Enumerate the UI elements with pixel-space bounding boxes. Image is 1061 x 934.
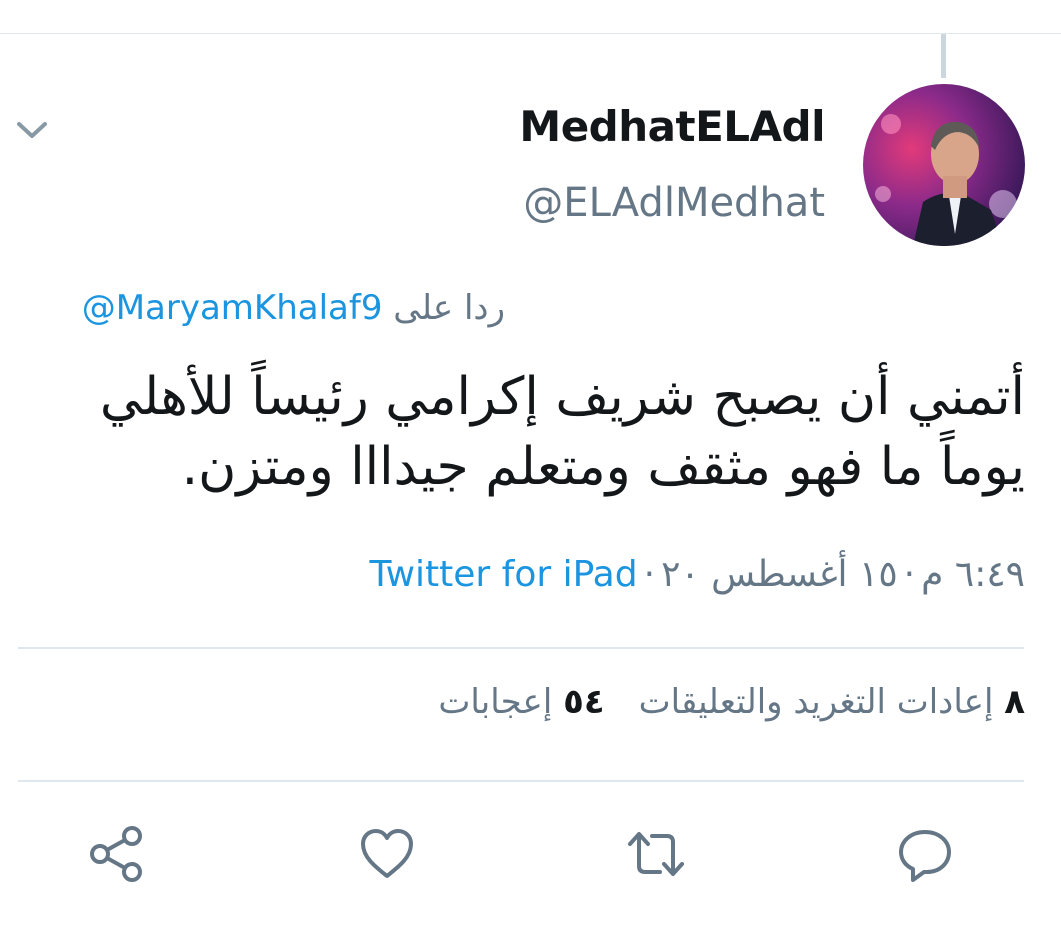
share-button[interactable]: [86, 822, 150, 886]
author-handle[interactable]: @ELAdlMedhat: [523, 180, 825, 226]
heart-icon: [361, 829, 413, 878]
top-divider: [0, 33, 1061, 34]
divider: [18, 780, 1024, 782]
likes-stat[interactable]: ٥٤ إعجابات: [438, 682, 604, 722]
likes-label: إعجابات: [438, 682, 553, 722]
reply-mention-link[interactable]: @MaryamKhalaf9: [82, 288, 383, 328]
divider: [18, 647, 1024, 649]
author-display-name[interactable]: MedhatELAdl: [519, 102, 825, 151]
speech-bubble-icon: [899, 830, 951, 882]
share-nodes-icon: [90, 826, 142, 882]
retweets-stat[interactable]: ٨ إعادات التغريد والتعليقات: [639, 682, 1025, 722]
likes-count: ٥٤: [563, 682, 605, 722]
thread-connector-line: [941, 34, 946, 78]
meta-separator: ·: [903, 554, 916, 595]
avatar[interactable]: [863, 84, 1025, 246]
retweet-button[interactable]: [624, 822, 688, 886]
avatar-photo: [863, 84, 1025, 246]
meta-separator: ·: [643, 554, 656, 595]
chevron-down-icon[interactable]: [14, 112, 50, 148]
tweet-text: أتمني أن يصبح شريف إكرامي رئيساً للأهلي …: [99, 367, 1025, 497]
reply-button[interactable]: [893, 822, 957, 886]
reply-to-label: ردا على: [393, 288, 505, 328]
tweet-metadata: ٦:٤٩ م·١٥ أغسطس ٢٠·Twitter for iPad: [370, 554, 1025, 595]
like-button[interactable]: [355, 822, 419, 886]
tweet-date[interactable]: ١٥ أغسطس ٢٠: [661, 554, 898, 595]
reply-context: ردا على @MaryamKhalaf9: [82, 288, 505, 328]
tweet-stats: ٨ إعادات التغريد والتعليقات ٥٤ إعجابات: [438, 682, 1025, 722]
tweet-source-link[interactable]: Twitter for iPad: [370, 554, 638, 595]
retweets-count: ٨: [1004, 682, 1025, 722]
retweets-label: إعادات التغريد والتعليقات: [638, 682, 994, 722]
retweet-arrows-icon: [628, 832, 684, 876]
tweet-time[interactable]: ٦:٤٩ م: [921, 554, 1025, 595]
